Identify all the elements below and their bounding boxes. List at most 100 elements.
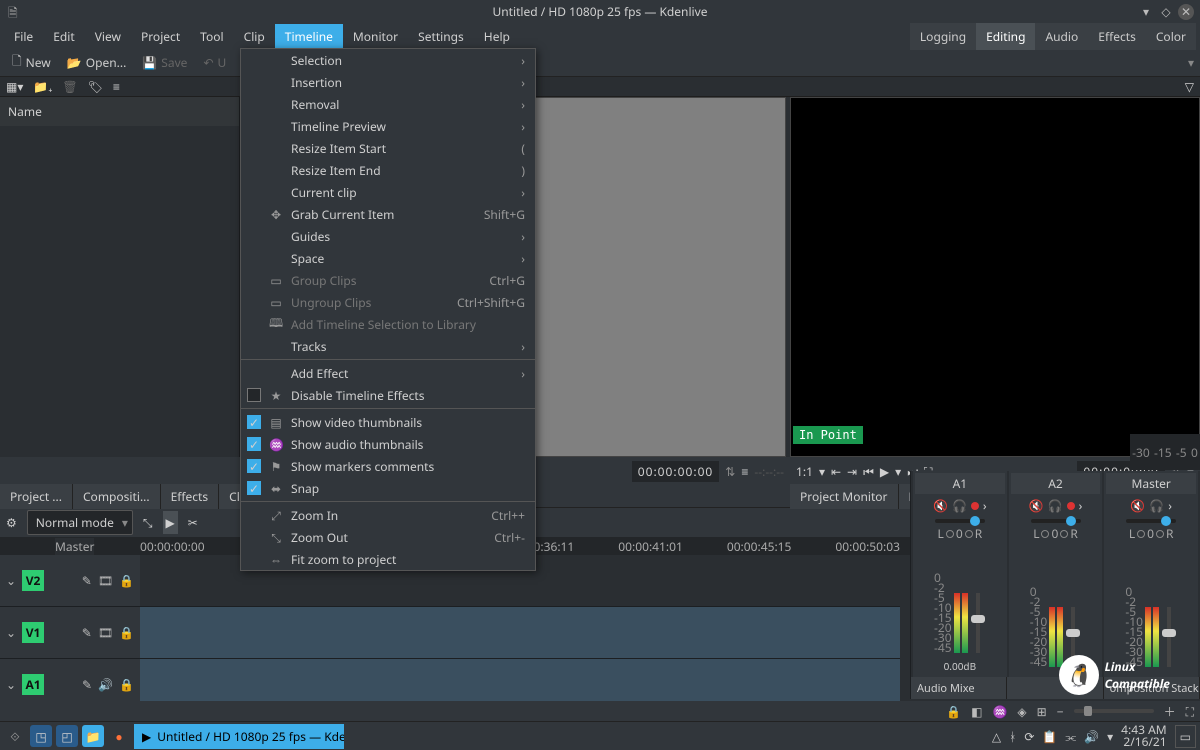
menu-help[interactable]: Help — [474, 24, 520, 49]
menu-item-zoom-in[interactable]: ⤢Zoom InCtrl++ — [241, 504, 535, 526]
chevron-down-icon[interactable]: ▾ — [895, 463, 901, 480]
tags-icon[interactable]: ⊞ — [1037, 703, 1047, 720]
menu-item-resize-item-end[interactable]: Resize Item End) — [241, 159, 535, 181]
menu-item-timeline-preview[interactable]: Timeline Preview› — [241, 115, 535, 137]
edit-mode-combo[interactable]: Normal mode — [27, 510, 133, 535]
project-monitor[interactable]: In Point — [790, 97, 1200, 457]
panel-icon[interactable]: ◰ — [56, 725, 78, 747]
hamburger-icon[interactable]: ≡ — [741, 463, 748, 480]
panel-tab[interactable]: Project Monitor — [790, 484, 899, 509]
menu-item-tracks[interactable]: Tracks› — [241, 335, 535, 357]
bin-header-name[interactable]: Name — [0, 97, 239, 126]
volume-fader[interactable] — [1071, 607, 1075, 667]
lock-icon[interactable]: 🔒 — [119, 572, 134, 589]
spinner-icon[interactable]: ⇅ — [725, 463, 735, 480]
edit-icon[interactable]: ✎ — [82, 676, 92, 693]
headphone-icon[interactable]: 🎧 — [1149, 497, 1164, 514]
workspace-tab-effects[interactable]: Effects — [1088, 23, 1146, 50]
pan-knob[interactable] — [1156, 530, 1164, 538]
panel-tab[interactable]: Compositi... — [73, 484, 161, 509]
menu-item-grab-current-item[interactable]: ✥Grab Current ItemShift+G — [241, 203, 535, 225]
new-folder-icon[interactable]: 📁₊ — [33, 78, 52, 95]
clipboard-icon[interactable]: 📋 — [1042, 728, 1057, 745]
zoom-slider[interactable] — [1074, 709, 1154, 713]
menu-item-disable-timeline-effects[interactable]: ★Disable Timeline Effects — [241, 384, 535, 406]
menu-settings[interactable]: Settings — [408, 24, 474, 49]
play-icon[interactable]: ▶ — [880, 463, 889, 480]
menu-item-resize-item-start[interactable]: Resize Item Start( — [241, 137, 535, 159]
razor-tool-icon[interactable]: ✂ — [188, 514, 198, 531]
chevron-down-icon[interactable]: ▾ — [819, 463, 825, 480]
pan-knob[interactable] — [946, 530, 954, 538]
volume-icon[interactable]: 🔊 — [98, 676, 113, 693]
expand-icon[interactable]: › — [983, 497, 987, 514]
mixer-tab-audio[interactable]: Audio Mixe — [911, 677, 1007, 699]
menu-item-space[interactable]: Space› — [241, 247, 535, 269]
firefox-icon[interactable]: ● — [108, 725, 130, 747]
updates-icon[interactable]: ⟳ — [1024, 728, 1034, 745]
film-icon[interactable]: 🎞 — [98, 624, 113, 641]
open-button[interactable]: 📂Open... — [61, 51, 133, 74]
session-icon[interactable]: ▾ — [1107, 728, 1113, 745]
record-arm-icon[interactable] — [971, 502, 979, 510]
mute-icon[interactable]: 🔇 — [1029, 497, 1044, 514]
settings-icon[interactable]: ⚙ — [6, 514, 17, 531]
start-menu-icon[interactable]: ⟐ — [4, 725, 26, 747]
rewind-icon[interactable]: ⏮ — [863, 463, 874, 480]
volume-fader[interactable] — [976, 593, 980, 653]
track-v1[interactable]: ⌄ V1 ✎ 🎞 🔒 — [0, 607, 900, 659]
selection-tool-icon[interactable]: ▶ — [163, 511, 178, 534]
mixer-tab-composition[interactable]: omposition Stack — [1104, 677, 1200, 699]
menu-item-insertion[interactable]: Insertion› — [241, 71, 535, 93]
minimize-icon[interactable]: ▾ — [1138, 4, 1154, 20]
dropdown-icon[interactable]: ▾ — [1188, 54, 1194, 71]
menu-item-current-clip[interactable]: Current clip› — [241, 181, 535, 203]
zoom-out-icon[interactable]: − — [1057, 703, 1064, 720]
menu-item-fit-zoom-to-project[interactable]: ⇔Fit zoom to project — [241, 548, 535, 570]
headphone-icon[interactable]: 🎧 — [952, 497, 967, 514]
record-arm-icon[interactable] — [1067, 502, 1075, 510]
menu-monitor[interactable]: Monitor — [343, 24, 408, 49]
pan-knob[interactable] — [1137, 530, 1145, 538]
menu-project[interactable]: Project — [131, 24, 190, 49]
files-icon[interactable]: 📁 — [82, 725, 104, 747]
panel-icon[interactable]: ◳ — [30, 725, 52, 747]
marker-icon[interactable]: ◈ — [1017, 703, 1026, 720]
zone-end-icon[interactable]: ⇥ — [847, 463, 857, 480]
tool-icon[interactable]: ⤡ — [143, 514, 153, 531]
film-icon[interactable]: 🎞 — [98, 572, 113, 589]
balance-slider[interactable] — [935, 519, 985, 523]
lock-icon[interactable]: 🔒 — [946, 703, 961, 720]
network-icon[interactable]: ⫘ — [1065, 728, 1076, 745]
menu-item-add-effect[interactable]: Add Effect› — [241, 362, 535, 384]
volume-fader[interactable] — [1167, 607, 1171, 667]
chevron-down-icon[interactable]: ⌄ — [6, 676, 16, 693]
workspace-tab-color[interactable]: Color — [1146, 23, 1196, 50]
pan-knob[interactable] — [965, 530, 973, 538]
menu-item-removal[interactable]: Removal› — [241, 93, 535, 115]
menu-timeline[interactable]: Timeline — [275, 24, 343, 49]
lock-icon[interactable]: 🔒 — [119, 624, 134, 641]
save-button[interactable]: 💾Save — [136, 51, 193, 74]
tag-icon[interactable]: 🏷 — [88, 78, 103, 95]
menu-item-show-audio-thumbnails[interactable]: ✓♒Show audio thumbnails — [241, 433, 535, 455]
new-button[interactable]: 🗋New — [6, 49, 57, 76]
panel-tab[interactable]: Project ... — [0, 484, 73, 509]
expand-icon[interactable]: › — [1168, 497, 1172, 514]
track-label[interactable]: A1 — [22, 674, 44, 695]
zoom-in-icon[interactable]: ＋ — [1164, 703, 1176, 720]
menu-item-guides[interactable]: Guides› — [241, 225, 535, 247]
mute-icon[interactable]: 🔇 — [1130, 497, 1145, 514]
filter-icon[interactable]: ▽ — [1185, 78, 1194, 95]
fit-icon[interactable]: ⛶ — [1186, 703, 1194, 720]
menu-view[interactable]: View — [85, 24, 131, 49]
lock-icon[interactable]: 🔒 — [119, 676, 134, 693]
undo-button[interactable]: ↶U — [197, 51, 232, 74]
taskbar-app-kdenlive[interactable]: ▶ Untitled / HD 1080p 25 fps — Kde... — [134, 724, 344, 749]
hamburger-icon[interactable]: ≡ — [113, 78, 120, 95]
mute-icon[interactable]: 🔇 — [933, 497, 948, 514]
zoom-ratio[interactable]: 1:1 — [796, 463, 813, 480]
headphone-icon[interactable]: 🎧 — [1048, 497, 1063, 514]
workspace-tab-audio[interactable]: Audio — [1035, 23, 1088, 50]
delete-clip-icon[interactable]: 🗑 — [62, 78, 77, 95]
